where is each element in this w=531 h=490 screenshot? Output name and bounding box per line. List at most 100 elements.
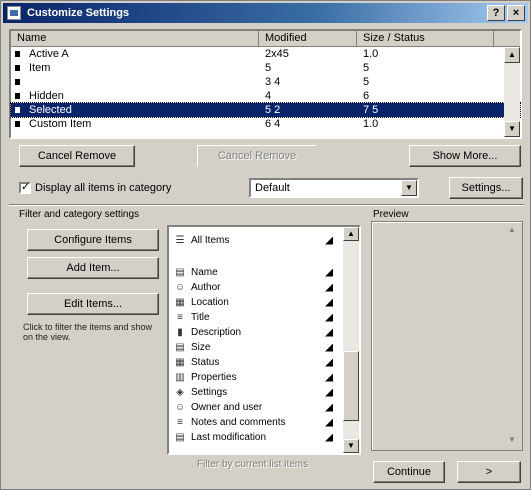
list-row[interactable]: Custom Item 6 4 1.0 [11, 117, 520, 131]
column-header-name[interactable]: Name [11, 31, 259, 46]
list-item[interactable]: ≡ Notes and comments [169, 415, 345, 430]
filter-list[interactable]: ☰ All Items ▤ Name ☺ Author ▦ Location ≡… [167, 225, 361, 455]
bar-icon: ▮ [177, 327, 183, 338]
row-name [11, 75, 259, 89]
display-all-checkbox[interactable] [19, 180, 31, 194]
list-item[interactable]: ◈ Settings [169, 385, 345, 400]
cancel-remove-button[interactable]: Cancel Remove [19, 145, 135, 167]
list-scrollbar[interactable]: ▲ ▼ [504, 47, 520, 137]
filter-item-label: Properties [191, 372, 237, 383]
marker-icon [325, 313, 333, 322]
cancel-remove-button-2[interactable]: Cancel Remove [197, 145, 317, 167]
list-row-selected[interactable]: Selected 5 2 7 5 [10, 102, 521, 118]
list-icon: ☰ [175, 235, 185, 246]
button-label: Add Item... [66, 262, 120, 274]
scroll-down-icon[interactable]: ▼ [343, 439, 359, 453]
continue-button[interactable]: Continue [373, 461, 445, 483]
list-item[interactable]: ▤ Last modification [169, 430, 345, 445]
filter-item-label: Last modification [191, 432, 267, 443]
list-item[interactable]: ▤ Size [169, 340, 345, 355]
button-label: Edit Items... [63, 298, 123, 310]
row-modified: 2x45 [265, 48, 289, 60]
page-icon: ▦ [175, 297, 185, 308]
close-button[interactable]: × [507, 5, 525, 21]
column-header-status[interactable]: Size / Status [357, 31, 494, 46]
list-item[interactable]: ▮ Description [169, 325, 345, 340]
filter-note: Click to filter the items and show on th… [23, 322, 153, 342]
row-marker-icon [15, 65, 20, 71]
button-label: Configure Items [54, 234, 132, 246]
chevron-down-icon[interactable]: ▼ [401, 180, 417, 196]
column-header-modified[interactable]: Modified [259, 31, 357, 46]
marker-icon [325, 298, 333, 307]
filter-item-label: Description [191, 327, 242, 338]
filter-item-label: Location [191, 297, 229, 308]
help-button[interactable]: ? [487, 5, 505, 21]
list-item[interactable]: ▦ Location [169, 295, 345, 310]
filter-item-label: Status [191, 357, 220, 368]
filter-item-label: Notes and comments [191, 417, 286, 428]
marker-icon [325, 236, 333, 245]
button-label: Cancel Remove [217, 150, 297, 162]
filter-item-label: Author [191, 282, 221, 293]
row-status: 5 [363, 76, 370, 88]
scroll-up-icon[interactable]: ▲ [343, 227, 359, 241]
list-item[interactable]: ▥ Properties [169, 370, 345, 385]
items-list[interactable]: Name Modified Size / Status Active A 2x4… [9, 29, 522, 139]
scroll-down-icon[interactable]: ▼ [504, 121, 520, 137]
list-row[interactable]: Item 5 5 [11, 61, 520, 75]
close-icon: × [512, 7, 520, 19]
scroll-thumb[interactable] [343, 351, 359, 421]
button-label: Continue [386, 466, 432, 478]
filter-item-label: Size [191, 342, 211, 353]
chevron-right-icon: > [485, 466, 493, 478]
row-marker-icon [15, 93, 20, 99]
display-all-label: Display all items in category [35, 182, 172, 194]
row-status: 5 [363, 62, 370, 74]
marker-icon [325, 358, 333, 367]
marker-icon [325, 343, 333, 352]
edit-items-button[interactable]: Edit Items... [27, 293, 159, 315]
show-more-button[interactable]: Show More... [409, 145, 521, 167]
row-status: 6 [363, 90, 370, 102]
doc-icon: ▤ [175, 432, 185, 443]
settings-button[interactable]: Settings... [449, 177, 523, 199]
lines-icon: ≡ [177, 417, 183, 428]
row-modified: 3 4 [265, 76, 281, 88]
row-name: Hidden [29, 90, 64, 102]
row-modified: 6 4 [265, 118, 281, 130]
row-status: 1.0 [363, 118, 379, 130]
configure-items-button[interactable]: Configure Items [27, 229, 159, 251]
preview-scrollbar[interactable]: ▲ ▼ [504, 224, 520, 448]
list-item[interactable]: ▦ Status [169, 355, 345, 370]
doc-icon: ▤ [175, 342, 185, 353]
row-status: 1.0 [363, 48, 379, 60]
filter-item-label: Settings [191, 387, 228, 398]
list-item[interactable]: ▤ Name [169, 265, 345, 280]
list-item[interactable]: ☰ All Items [169, 233, 345, 248]
row-name: Custom Item [29, 118, 92, 130]
marker-icon [325, 373, 333, 382]
select-value: Default [255, 182, 290, 194]
marker-icon [325, 328, 333, 337]
row-modified: 4 [265, 90, 272, 102]
row-modified: 5 [265, 62, 272, 74]
filter-scrollbar[interactable]: ▲ ▼ [343, 227, 359, 453]
list-item[interactable]: ≡ Title [169, 310, 345, 325]
add-item-button[interactable]: Add Item... [27, 257, 159, 279]
list-row[interactable]: 3 4 5 [11, 75, 520, 89]
scroll-down-icon[interactable]: ▼ [504, 434, 520, 448]
button-label: Cancel Remove [37, 150, 117, 162]
list-item[interactable]: ☺ Owner and user [169, 400, 345, 415]
category-select[interactable]: Default ▼ [249, 178, 419, 198]
next-button[interactable]: > [457, 461, 521, 483]
list-row[interactable]: Hidden 4 6 [11, 89, 520, 103]
preview-box: ▲ ▼ [371, 221, 523, 451]
scroll-up-icon[interactable]: ▲ [504, 224, 520, 238]
list-row[interactable]: Active A 2x45 1.0 [11, 47, 520, 61]
scroll-up-icon[interactable]: ▲ [504, 47, 520, 63]
row-name: Active A [29, 48, 69, 60]
filter-item-label: All Items [191, 235, 230, 246]
lines-icon: ≡ [177, 312, 183, 323]
list-item[interactable]: ☺ Author [169, 280, 345, 295]
